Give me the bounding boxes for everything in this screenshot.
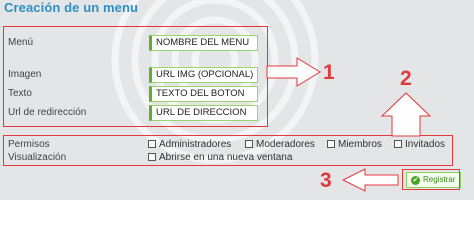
permission-moderadores[interactable]: Moderadores — [245, 139, 315, 151]
arrow-left-icon — [341, 168, 399, 192]
menu-creation-panel: Creación de un menu Menú Imagen Texto Ur… — [0, 0, 474, 200]
permission-invitados-label: Invitados — [405, 139, 446, 150]
label-menu: Menú — [8, 37, 34, 48]
redirect-url-input[interactable]: URL DE DIRECCION — [149, 105, 258, 121]
permission-invitados[interactable]: Invitados — [394, 139, 445, 151]
button-text-input[interactable]: TEXTO DEL BOTON — [149, 86, 258, 102]
checkbox-new-window[interactable] — [148, 153, 156, 161]
visualizacion-new-window[interactable]: Abrirse en una nueva ventana — [148, 152, 292, 164]
label-visualizacion: Visualización — [8, 152, 67, 163]
annotation-box-register — [402, 169, 460, 190]
visualizacion-new-window-label: Abrirse en una nueva ventana — [159, 152, 293, 163]
page-title: Creación de un menu — [4, 0, 139, 15]
permission-administradores[interactable]: Administradores — [148, 139, 231, 151]
label-permisos: Permisos — [8, 139, 50, 150]
arrow-right-icon — [266, 57, 321, 87]
checkbox-miembros[interactable] — [327, 140, 335, 148]
annotation-number-2: 2 — [400, 67, 412, 90]
checkbox-administradores[interactable] — [148, 140, 156, 148]
menu-name-input[interactable]: NOMBRE DEL MENU — [149, 35, 258, 51]
image-url-input[interactable]: URL IMG (OPCIONAL) — [149, 67, 258, 83]
label-url: Url de redirección — [8, 107, 87, 118]
label-texto: Texto — [8, 88, 32, 99]
checkbox-moderadores[interactable] — [245, 140, 253, 148]
permission-miembros-label: Miembros — [338, 139, 382, 150]
label-imagen: Imagen — [8, 69, 42, 80]
permission-miembros[interactable]: Miembros — [327, 139, 382, 151]
checkbox-invitados[interactable] — [394, 140, 402, 148]
permission-moderadores-label: Moderadores — [256, 139, 315, 150]
annotation-number-3: 3 — [320, 169, 332, 192]
arrow-up-icon — [380, 92, 432, 137]
annotation-number-1: 1 — [323, 61, 335, 84]
permission-administradores-label: Administradores — [159, 139, 232, 150]
